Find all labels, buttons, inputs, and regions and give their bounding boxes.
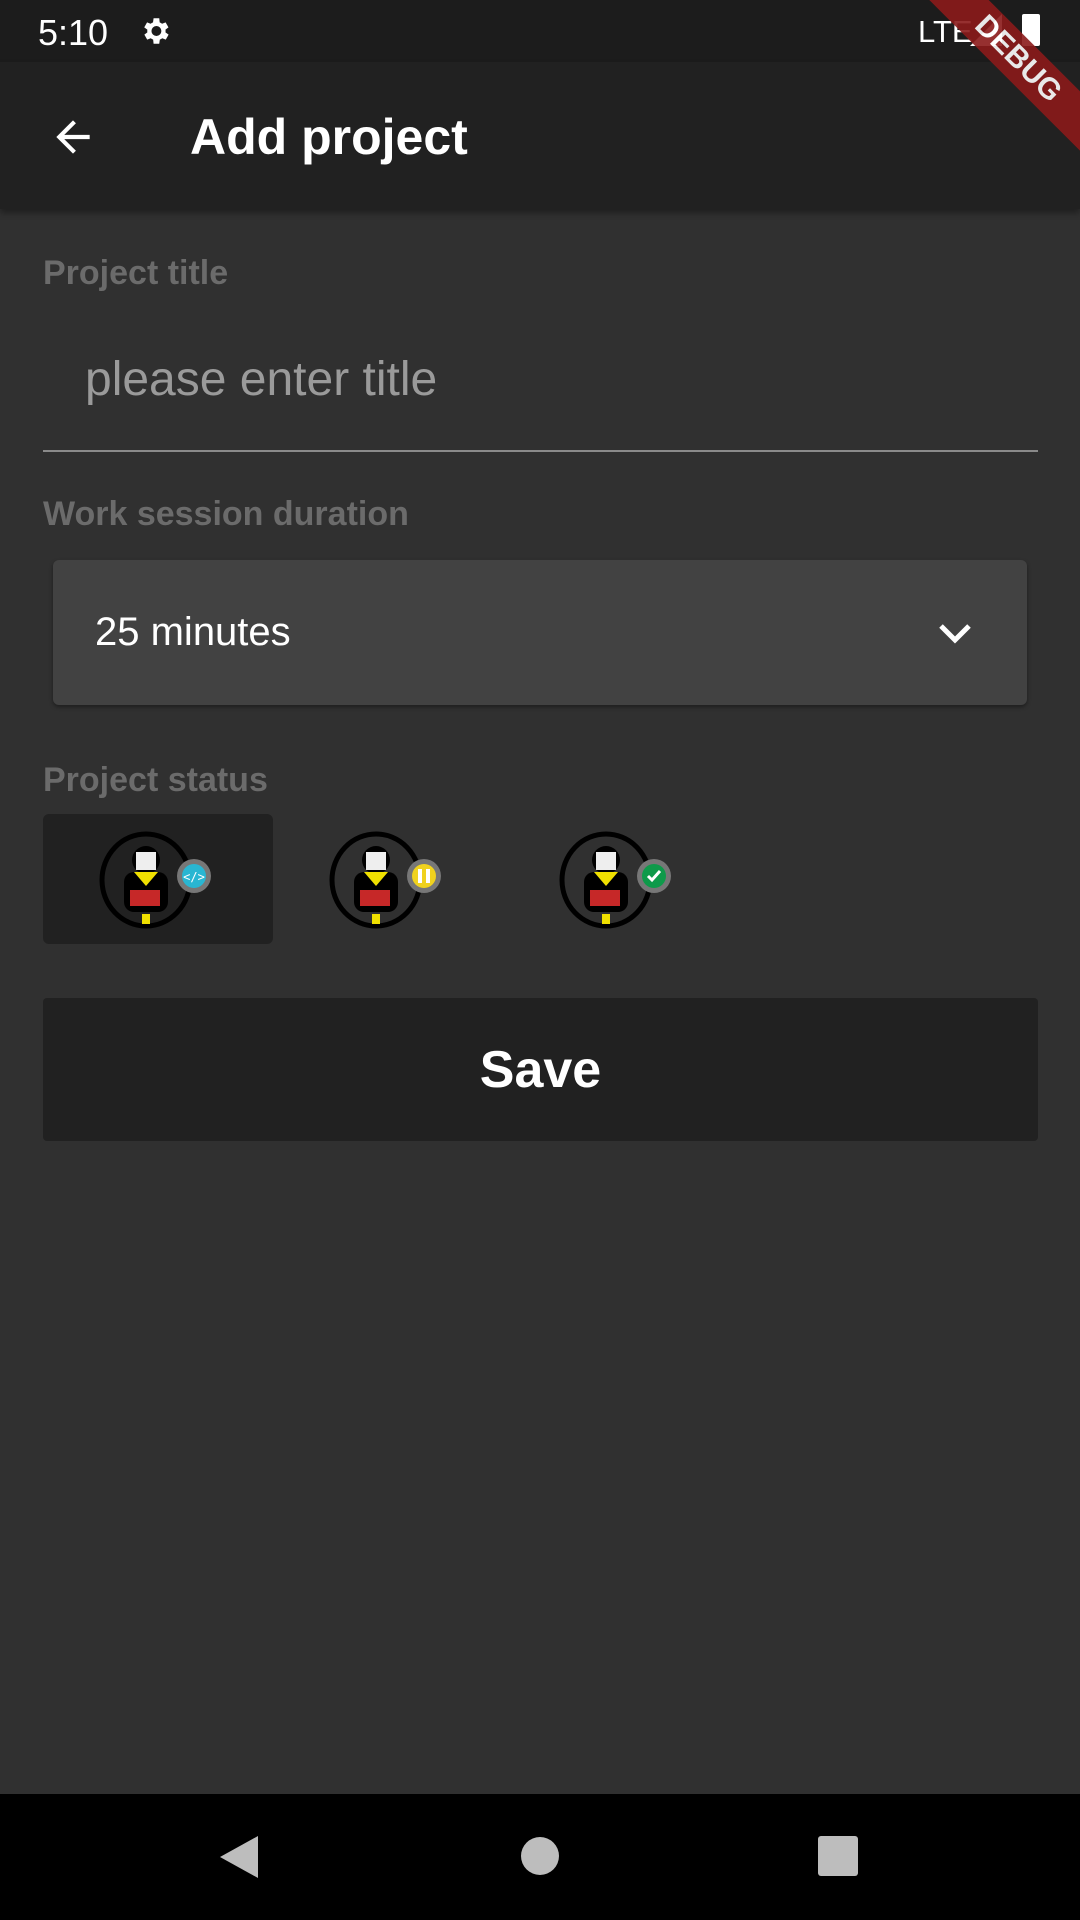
nav-recents-icon[interactable]	[818, 1836, 858, 1876]
chevron-down-icon	[939, 624, 971, 644]
duration-dropdown[interactable]: 25 minutes	[53, 560, 1027, 705]
svg-text:</>: </>	[183, 870, 205, 884]
duration-value: 25 minutes	[95, 610, 291, 654]
project-title-input[interactable]: please enter title	[85, 352, 437, 407]
nav-back-icon[interactable]	[218, 1834, 260, 1880]
back-arrow-icon[interactable]	[48, 112, 98, 162]
nav-home-icon[interactable]	[520, 1836, 560, 1876]
status-bar: 5:10 LTE	[0, 0, 1080, 62]
status-option-done[interactable]	[503, 814, 733, 944]
status-option-in-progress[interactable]: </>	[43, 814, 273, 944]
page-title: Add project	[190, 109, 468, 165]
status-option-paused[interactable]	[273, 814, 503, 944]
coder-in-progress-icon: </>	[99, 831, 211, 929]
duration-label: Work session duration	[43, 495, 409, 533]
status-time: 5:10	[38, 12, 109, 53]
coder-paused-icon	[329, 831, 441, 929]
project-title-label: Project title	[43, 254, 229, 292]
settings-gear-icon	[144, 18, 169, 44]
navigation-bar	[0, 1794, 1080, 1920]
save-button[interactable]: Save	[43, 998, 1038, 1141]
input-underline	[43, 450, 1038, 452]
coder-done-icon	[559, 831, 671, 929]
app-bar	[0, 62, 1080, 209]
project-status-label: Project status	[43, 761, 268, 799]
